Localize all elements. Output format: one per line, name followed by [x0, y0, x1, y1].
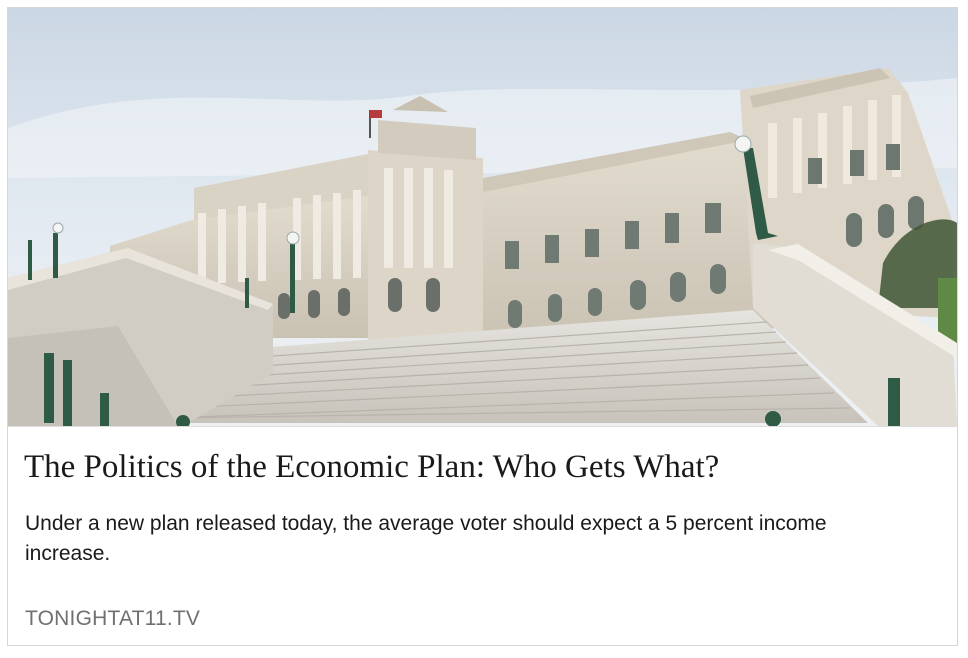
article-hero-image[interactable]	[8, 8, 957, 426]
article-description: Under a new plan released today, the ave…	[25, 512, 827, 565]
building-photo	[8, 8, 957, 426]
link-preview-card[interactable]: The Politics of the Economic Plan: Who G…	[7, 7, 958, 646]
article-headline[interactable]: The Politics of the Economic Plan: Who G…	[24, 447, 934, 487]
article-text-block[interactable]: The Politics of the Economic Plan: Who G…	[8, 426, 957, 645]
source-domain: TONIGHTAT11.TV	[25, 607, 201, 630]
